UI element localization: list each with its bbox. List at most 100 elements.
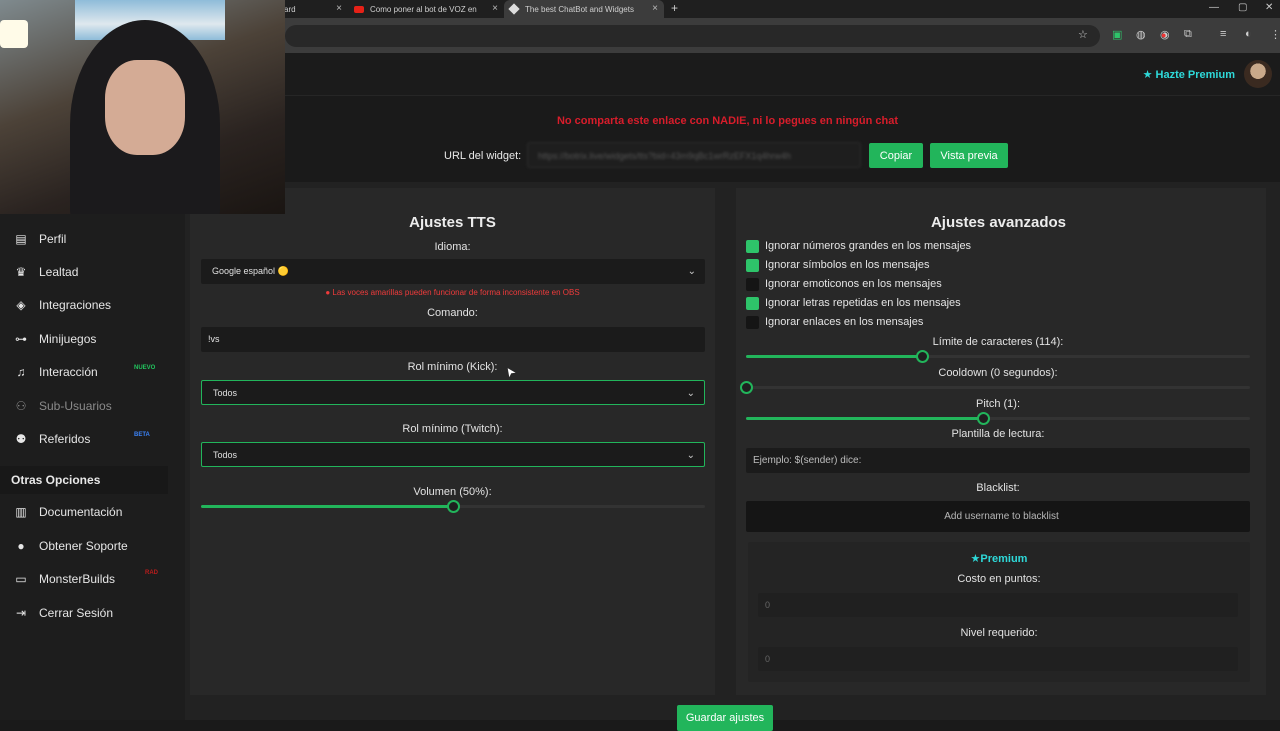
template-input[interactable]: Ejemplo: $(sender) dice:: [746, 448, 1250, 473]
checkbox[interactable]: [746, 277, 759, 291]
streamer-face: [105, 60, 185, 155]
layers-icon: ◈: [16, 298, 26, 312]
minimize-icon[interactable]: —: [1209, 2, 1219, 13]
sidebar-item-minijuegos[interactable]: ⊶ Minijuegos: [0, 324, 185, 354]
webcam-overlay: [0, 0, 285, 214]
sidebar-item-lealtad[interactable]: ♛ Lealtad: [0, 257, 185, 287]
browser-tab-2[interactable]: Como poner al bot de VOZ en ×: [348, 0, 504, 18]
premium-link[interactable]: ★ Hazte Premium: [1143, 68, 1235, 81]
close-window-icon[interactable]: ✕: [1265, 2, 1273, 13]
pitch-slider-fill: [746, 417, 983, 420]
extension-globe-icon[interactable]: ◍: [1136, 28, 1146, 41]
pitch-slider-thumb[interactable]: [976, 412, 990, 425]
checkbox[interactable]: [746, 315, 759, 329]
browser-tab-3[interactable]: The best ChatBot and Widgets ×: [504, 0, 664, 18]
level-input[interactable]: 0: [758, 647, 1238, 671]
extension-green-icon[interactable]: ▣: [1112, 28, 1122, 41]
command-input[interactable]: !vs: [201, 327, 705, 352]
volume-slider[interactable]: [201, 500, 705, 513]
level-label: Nivel requerido:: [960, 627, 1038, 639]
music-icon: ♫: [16, 365, 26, 379]
sidebar-item-documentacion[interactable]: ▥ Documentación: [0, 497, 185, 527]
sidebar-item-integraciones[interactable]: ◈ Integraciones: [0, 290, 185, 320]
volume-slider-thumb[interactable]: [447, 500, 460, 513]
save-button[interactable]: Guardar ajustes: [677, 705, 773, 731]
blacklist-label: Blacklist:: [976, 482, 1020, 494]
cooldown-slider-thumb[interactable]: [740, 381, 753, 394]
role-kick-label: Rol mínimo (Kick):: [407, 361, 498, 373]
option-ignore-symbols[interactable]: Ignorar símbolos en los mensajes: [746, 258, 929, 272]
lamp-light: [0, 20, 28, 48]
id-card-icon: ▤: [15, 232, 27, 246]
language-select[interactable]: Google español 🟡 ⌄: [201, 259, 705, 284]
checkbox[interactable]: [746, 258, 759, 272]
share-warning: No comparta este enlace con NADIE, ni lo…: [556, 115, 899, 127]
sidebar-item-referidos[interactable]: ⚉ Referidos BETA: [0, 424, 185, 454]
monitor-icon: ▭: [15, 572, 27, 586]
premium-title: ★Premium: [748, 552, 1250, 565]
option-ignore-repeated-letters[interactable]: Ignorar letras repetidas en los mensajes: [746, 296, 961, 310]
sidebar-item-label: Sub-Usuarios: [39, 399, 112, 413]
copy-button[interactable]: Copiar: [869, 143, 923, 168]
sidebar-item-label: Referidos: [39, 432, 91, 446]
command-label: Comando:: [427, 307, 478, 319]
sidebar-item-label: Documentación: [39, 505, 123, 519]
option-ignore-emotes[interactable]: Ignorar emoticonos en los mensajes: [746, 277, 942, 291]
logout-icon: ⇥: [15, 606, 27, 620]
sidebar-item-monsterbuilds[interactable]: ▭ MonsterBuilds RAD: [0, 564, 185, 594]
cost-input[interactable]: 0: [758, 593, 1238, 617]
close-icon[interactable]: ×: [652, 3, 658, 14]
role-kick-select[interactable]: Todos ⌄: [201, 380, 705, 405]
char-limit-slider[interactable]: [746, 350, 1250, 363]
close-icon[interactable]: ×: [492, 3, 498, 14]
new-badge: NUEVO: [134, 365, 156, 371]
tts-title: Ajustes TTS: [409, 214, 496, 231]
bookmark-star-icon[interactable]: ☆: [1078, 28, 1088, 41]
star-icon: ★: [970, 553, 981, 565]
language-warning-text: Las voces amarillas pueden funcionar de …: [332, 288, 580, 297]
cooldown-label: Cooldown (0 segundos):: [938, 367, 1058, 379]
sidebar-item-soporte[interactable]: ● Obtener Soporte: [0, 531, 185, 561]
sidebar-item-cerrar-sesion[interactable]: ⇥ Cerrar Sesión: [0, 598, 185, 628]
preview-button[interactable]: Vista previa: [930, 143, 1008, 168]
sidebar-item-perfil[interactable]: ▤ Perfil: [0, 224, 185, 254]
blacklist-input[interactable]: Add username to blacklist: [746, 501, 1250, 532]
widget-url-input[interactable]: https://botrix.live/widgets/tts?bid=43m9…: [527, 142, 861, 168]
menu-dots-icon[interactable]: ⋮: [1270, 28, 1280, 41]
cost-label: Costo en puntos:: [957, 573, 1041, 585]
language-value: Google español 🟡: [212, 266, 289, 276]
sidebar-item-sub-usuarios[interactable]: ⚇ Sub-Usuarios: [0, 391, 185, 421]
checkbox[interactable]: [746, 239, 759, 253]
puzzle-icon[interactable]: ⧉: [1184, 28, 1192, 41]
chevron-down-icon: ⌄: [686, 450, 695, 461]
maximize-icon[interactable]: ▢: [1238, 2, 1247, 13]
role-twitch-select[interactable]: Todos ⌄: [201, 442, 705, 467]
sidebar-item-label: Interacción: [39, 365, 98, 379]
pitch-slider[interactable]: [746, 412, 1250, 425]
trophy-icon: ♛: [15, 265, 27, 279]
profile-icon[interactable]: ◐: [1245, 28, 1252, 40]
option-ignore-links[interactable]: Ignorar enlaces en los mensajes: [746, 315, 923, 329]
sidebar-item-label: Perfil: [39, 232, 67, 246]
extension-red-icon[interactable]: ●: [1161, 30, 1166, 40]
sidebar-item-interaccion[interactable]: ♫ Interacción NUEVO: [0, 357, 185, 387]
language-label: Idioma:: [434, 241, 471, 253]
new-tab-icon[interactable]: +: [671, 1, 678, 15]
playlist-icon[interactable]: ≡: [1220, 28, 1226, 40]
option-label: Ignorar enlaces en los mensajes: [765, 316, 924, 328]
checkbox[interactable]: [746, 296, 759, 310]
premium-label: Hazte Premium: [1155, 69, 1235, 81]
users-group-icon: ⚉: [15, 432, 27, 446]
option-ignore-large-numbers[interactable]: Ignorar números grandes en los mensajes: [746, 239, 971, 253]
avatar[interactable]: [1244, 60, 1272, 88]
template-label: Plantilla de lectura:: [951, 428, 1045, 440]
tab-label: The best ChatBot and Widgets: [525, 4, 634, 14]
help-circle-icon: ●: [17, 539, 25, 553]
option-label: Ignorar símbolos en los mensajes: [765, 259, 930, 271]
cooldown-slider[interactable]: [740, 381, 1250, 394]
youtube-icon: [354, 5, 364, 13]
close-icon[interactable]: ×: [336, 3, 342, 14]
book-icon: ▥: [15, 505, 27, 519]
volume-slider-fill: [201, 505, 453, 508]
address-bar[interactable]: [285, 25, 1100, 47]
